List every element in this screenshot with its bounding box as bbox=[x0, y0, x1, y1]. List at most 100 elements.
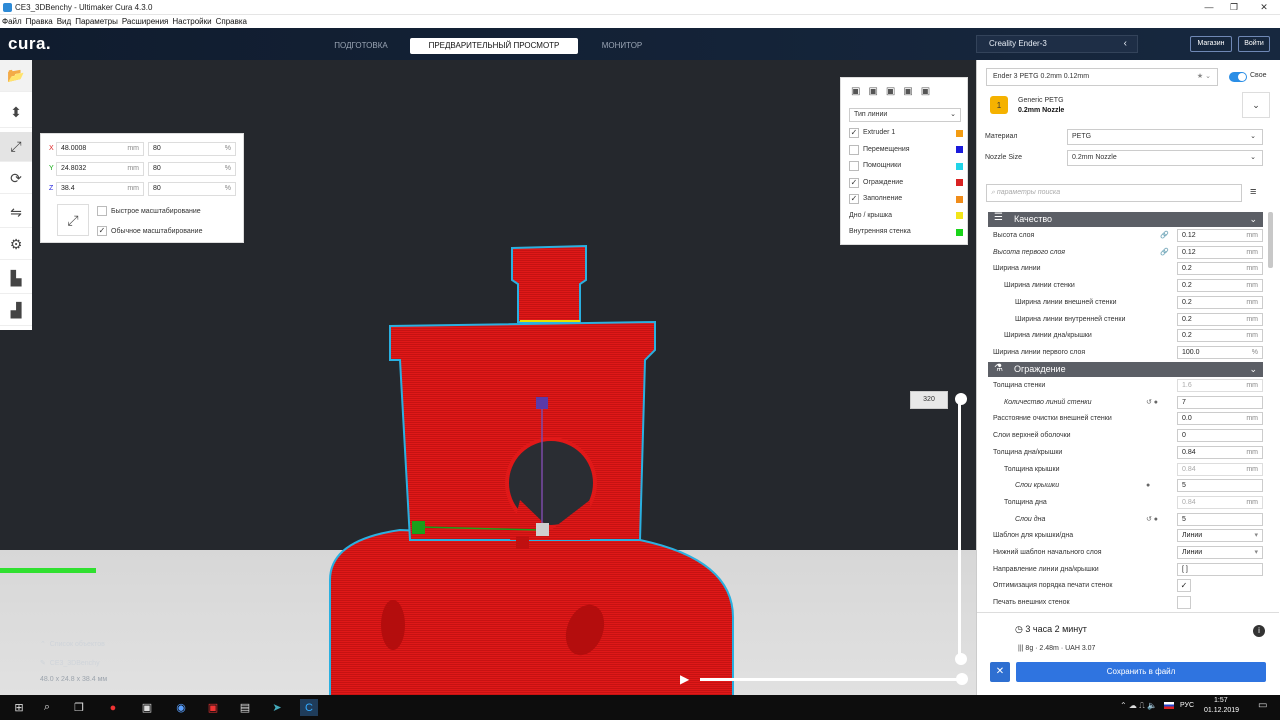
view-layer-checkbox[interactable]: ✓ bbox=[849, 128, 859, 138]
setting-value-field[interactable]: 0.2 mm bbox=[1177, 329, 1263, 343]
scale-z-mm-field[interactable]: 38.4 mm bbox=[56, 182, 144, 196]
material-select[interactable]: PETG ⌄ bbox=[1067, 129, 1263, 145]
settings-menu-icon[interactable]: ≡ bbox=[1250, 186, 1256, 198]
setting-value-field[interactable]: 0.84 mm bbox=[1177, 495, 1263, 509]
mirror-tool-icon[interactable]: ⇋ bbox=[0, 198, 32, 228]
snap-scaling-checkbox[interactable] bbox=[97, 206, 107, 216]
setting-value-field[interactable]: 0.2 mm bbox=[1177, 295, 1263, 309]
setting-value-field[interactable]: 0.0 mm bbox=[1177, 412, 1263, 426]
scale-z-percent-field[interactable]: 80% bbox=[148, 182, 236, 196]
open-file-icon[interactable]: 📂 bbox=[0, 60, 32, 92]
marketplace-button[interactable]: Магазин bbox=[1190, 36, 1232, 52]
reset-scale-icon[interactable]: ⤢ bbox=[57, 204, 89, 236]
search-icon[interactable]: ⌕ bbox=[38, 699, 56, 716]
view-layer-3[interactable]: ✓ Ограждение bbox=[849, 176, 963, 190]
tab-monitor[interactable]: МОНИТОР bbox=[588, 38, 656, 54]
layer-view-icon[interactable]: ▟ bbox=[0, 296, 32, 326]
view-layer-0[interactable]: ✓ Extruder 1 bbox=[849, 126, 963, 140]
setting-value-field[interactable]: 0.12 mm bbox=[1177, 245, 1263, 259]
clock-time[interactable]: 1:57 bbox=[1214, 697, 1228, 704]
view-layer-checkbox[interactable] bbox=[849, 144, 859, 155]
save-to-file-button[interactable]: Сохранить в файл bbox=[1016, 662, 1266, 682]
notifications-icon[interactable]: ▭ bbox=[1258, 700, 1267, 711]
nozzle-select[interactable]: 0.2mm Nozzle ⌄ bbox=[1067, 150, 1263, 166]
menu-view[interactable]: Вид bbox=[55, 15, 73, 28]
setting-value-field[interactable]: 0.2 mm bbox=[1177, 279, 1263, 293]
setting-value-field[interactable]: Линии ▾ bbox=[1177, 529, 1263, 543]
printer-selector[interactable]: Creality Ender-3 ‹ bbox=[976, 35, 1138, 53]
menu-settings[interactable]: Параметры bbox=[73, 15, 120, 28]
snap-scaling-option[interactable]: Быстрое масштабирование bbox=[97, 206, 201, 216]
custom-mode-toggle[interactable] bbox=[1229, 72, 1247, 82]
section-walls[interactable]: Ограждение ⌄ bbox=[988, 362, 1263, 377]
setting-value-field[interactable]: 0.2 mm bbox=[1177, 262, 1263, 276]
view-orientation-icons[interactable]: ▣▣▣▣▣ bbox=[851, 86, 938, 97]
object-list-toggle[interactable]: ⌃ Список объектов bbox=[40, 640, 105, 648]
scale-tool-icon[interactable]: ⤢ bbox=[0, 132, 32, 162]
setting-value-field[interactable]: 100.0% bbox=[1177, 345, 1263, 359]
setting-checkbox[interactable] bbox=[1177, 596, 1191, 610]
menu-extensions[interactable]: Расширения bbox=[120, 15, 171, 28]
scale-y-percent-field[interactable]: 80% bbox=[148, 162, 236, 176]
menu-file[interactable]: Файл bbox=[0, 15, 24, 28]
play-simulation-icon[interactable]: ▶ bbox=[680, 672, 694, 686]
profile-selector[interactable]: Ender 3 PETG 0.2mm 0.12mm ★ ⌄ bbox=[986, 68, 1218, 86]
app-icon[interactable]: ▣ bbox=[138, 699, 156, 716]
simulation-slider-track[interactable] bbox=[700, 678, 962, 681]
tab-preview[interactable]: ПРЕДВАРИТЕЛЬНЫЙ ПРОСМОТР bbox=[410, 38, 578, 54]
simulation-slider-handle[interactable] bbox=[956, 673, 968, 685]
uniform-scaling-checkbox[interactable]: ✓ bbox=[97, 226, 107, 236]
close-button[interactable]: ✕ bbox=[1250, 0, 1278, 15]
minimize-button[interactable]: — bbox=[1195, 0, 1223, 15]
per-model-settings-icon[interactable]: ⚙ bbox=[0, 230, 32, 260]
layer-slider-track[interactable] bbox=[958, 398, 961, 660]
section-quality[interactable]: Качество ⌄ bbox=[988, 212, 1263, 227]
extruder-expand-icon[interactable]: ⌄ bbox=[1242, 92, 1270, 118]
signin-button[interactable]: Войти bbox=[1238, 36, 1270, 52]
uniform-scaling-option[interactable]: ✓ Обычное масштабирование bbox=[97, 226, 202, 236]
app-icon[interactable]: ◉ bbox=[172, 699, 190, 716]
clock-date[interactable]: 01.12.2019 bbox=[1204, 707, 1239, 714]
setting-value-field[interactable]: 0.12 mm bbox=[1177, 229, 1263, 242]
move-tool-icon[interactable]: ⬍ bbox=[0, 98, 32, 128]
layer-slider-top-handle[interactable] bbox=[955, 393, 967, 405]
setting-value-field[interactable]: 5 bbox=[1177, 512, 1263, 526]
info-icon[interactable]: ● bbox=[1146, 478, 1150, 494]
settings-scrollbar[interactable] bbox=[1268, 212, 1273, 268]
setting-value-field[interactable]: [ ] bbox=[1177, 562, 1263, 576]
link-icon[interactable]: 🔗 bbox=[1160, 228, 1169, 244]
object-name-row[interactable]: ✎ CE3_3DBenchy bbox=[40, 659, 100, 667]
layer-number-field[interactable]: 320 bbox=[910, 391, 948, 409]
scale-x-percent-field[interactable]: 80% bbox=[148, 142, 236, 156]
menu-preferences[interactable]: Настройки bbox=[170, 15, 213, 28]
view-layer-1[interactable]: Перемещения bbox=[849, 143, 963, 157]
windows-start-icon[interactable]: ⊞ bbox=[10, 699, 28, 716]
menu-help[interactable]: Справка bbox=[214, 15, 249, 28]
setting-value-field[interactable]: 0 bbox=[1177, 429, 1263, 443]
task-view-icon[interactable]: ❐ bbox=[70, 699, 88, 716]
link-icon[interactable]: 🔗 bbox=[1160, 245, 1169, 261]
info-icon[interactable]: i bbox=[1253, 625, 1265, 637]
chrome-icon[interactable]: ● bbox=[104, 699, 122, 716]
scale-y-mm-field[interactable]: 24.8032 mm bbox=[56, 162, 144, 176]
telegram-icon[interactable]: ➤ bbox=[268, 699, 286, 716]
setting-value-field[interactable]: 0.84 mm bbox=[1177, 445, 1263, 459]
setting-value-field[interactable]: 5 bbox=[1177, 479, 1263, 493]
setting-value-field[interactable]: 0.2 mm bbox=[1177, 312, 1263, 326]
setting-value-field[interactable]: 0.84 mm bbox=[1177, 462, 1263, 476]
notepad-icon[interactable]: ▤ bbox=[236, 699, 254, 716]
setting-value-field[interactable]: Линии ▾ bbox=[1177, 546, 1263, 559]
tools-icon[interactable]: ✕ bbox=[990, 662, 1010, 682]
layer-slider-bottom-handle[interactable] bbox=[955, 653, 967, 665]
reset-icon[interactable]: ↺ ● bbox=[1146, 395, 1158, 411]
reset-icon[interactable]: ↺ ● bbox=[1146, 512, 1158, 528]
scale-x-mm-field[interactable]: 48.0008 mm bbox=[56, 142, 144, 156]
view-layer-checkbox[interactable]: ✓ bbox=[849, 177, 859, 188]
view-layer-6[interactable]: Внутренняя стенка bbox=[849, 225, 963, 239]
system-tray-icons[interactable]: ⌃ ☁ ⎍ 🔈 bbox=[1120, 701, 1157, 711]
color-scheme-select[interactable]: Тип линии ⌄ bbox=[849, 108, 961, 122]
support-blocker-icon[interactable]: ▙ bbox=[0, 264, 32, 294]
app-icon[interactable]: ▣ bbox=[204, 699, 222, 716]
view-layer-4[interactable]: ✓ Заполнение bbox=[849, 192, 963, 206]
menu-edit[interactable]: Правка bbox=[24, 15, 55, 28]
